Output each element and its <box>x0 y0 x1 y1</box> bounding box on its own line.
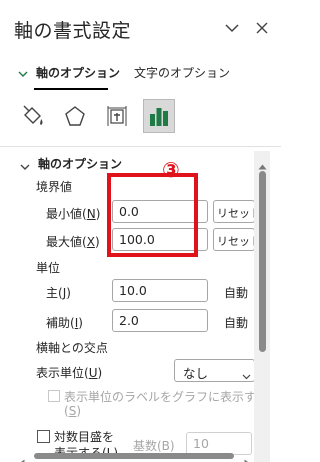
display-units-value: なし <box>183 366 209 381</box>
scroll-right-arrow-icon[interactable] <box>244 452 250 462</box>
chevron-down-icon <box>242 366 251 385</box>
tab-expand-chevron-icon <box>18 64 28 83</box>
vertical-scrollbar-thumb[interactable] <box>259 171 266 352</box>
minor-label: 補助(I) <box>46 316 83 330</box>
minor-auto-label: 自動 <box>224 316 249 330</box>
chevron-down-icon[interactable] <box>224 20 240 36</box>
show-units-label-text: 表示単位のラベルをグラフに表示する <box>64 390 269 404</box>
section-axis-options-label[interactable]: 軸のオプション <box>38 155 122 172</box>
tab-text-options[interactable]: 文字のオプション <box>134 64 230 81</box>
display-units-label: 表示単位(U) <box>36 366 103 380</box>
max-reset-button[interactable]: リセット <box>213 228 261 251</box>
size-properties-icon[interactable] <box>102 100 132 132</box>
show-units-label-checkbox[interactable] <box>48 390 60 402</box>
effects-pentagon-icon[interactable] <box>60 100 90 132</box>
divider <box>0 146 281 147</box>
show-units-label-key: (S) <box>64 404 81 418</box>
horizontal-scrollbar-thumb[interactable] <box>34 453 234 459</box>
units-label: 単位 <box>36 261 61 275</box>
log-scale-checkbox[interactable] <box>37 430 50 443</box>
close-icon[interactable] <box>254 20 270 36</box>
minor-unit-input[interactable]: 2.0 <box>112 309 208 332</box>
major-label: 主(J) <box>46 286 71 300</box>
min-reset-button[interactable]: リセット <box>213 200 261 223</box>
active-tab-underline <box>34 88 108 90</box>
log-scale-label-line1: 対数目盛を <box>54 430 115 444</box>
annotation-highlight-box <box>107 173 198 257</box>
crosses-label: 横軸との交点 <box>36 341 108 355</box>
section-collapse-icon[interactable] <box>20 157 30 176</box>
major-auto-label: 自動 <box>224 286 249 300</box>
scroll-left-arrow-icon[interactable] <box>19 452 25 462</box>
pane-title: 軸の書式設定 <box>14 20 132 42</box>
max-label: 最大値(X) <box>46 235 100 249</box>
log-base-label: 基数(B) <box>133 439 175 453</box>
axis-options-bar-chart-icon[interactable] <box>143 99 175 133</box>
fill-line-icon[interactable] <box>18 100 48 132</box>
min-label: 最小値(N) <box>46 207 101 221</box>
log-base-input[interactable]: 10 <box>186 432 252 455</box>
bounds-label: 境界値 <box>36 180 73 194</box>
major-unit-input[interactable]: 10.0 <box>112 279 208 302</box>
tab-axis-options[interactable]: 軸のオプション <box>36 64 120 81</box>
